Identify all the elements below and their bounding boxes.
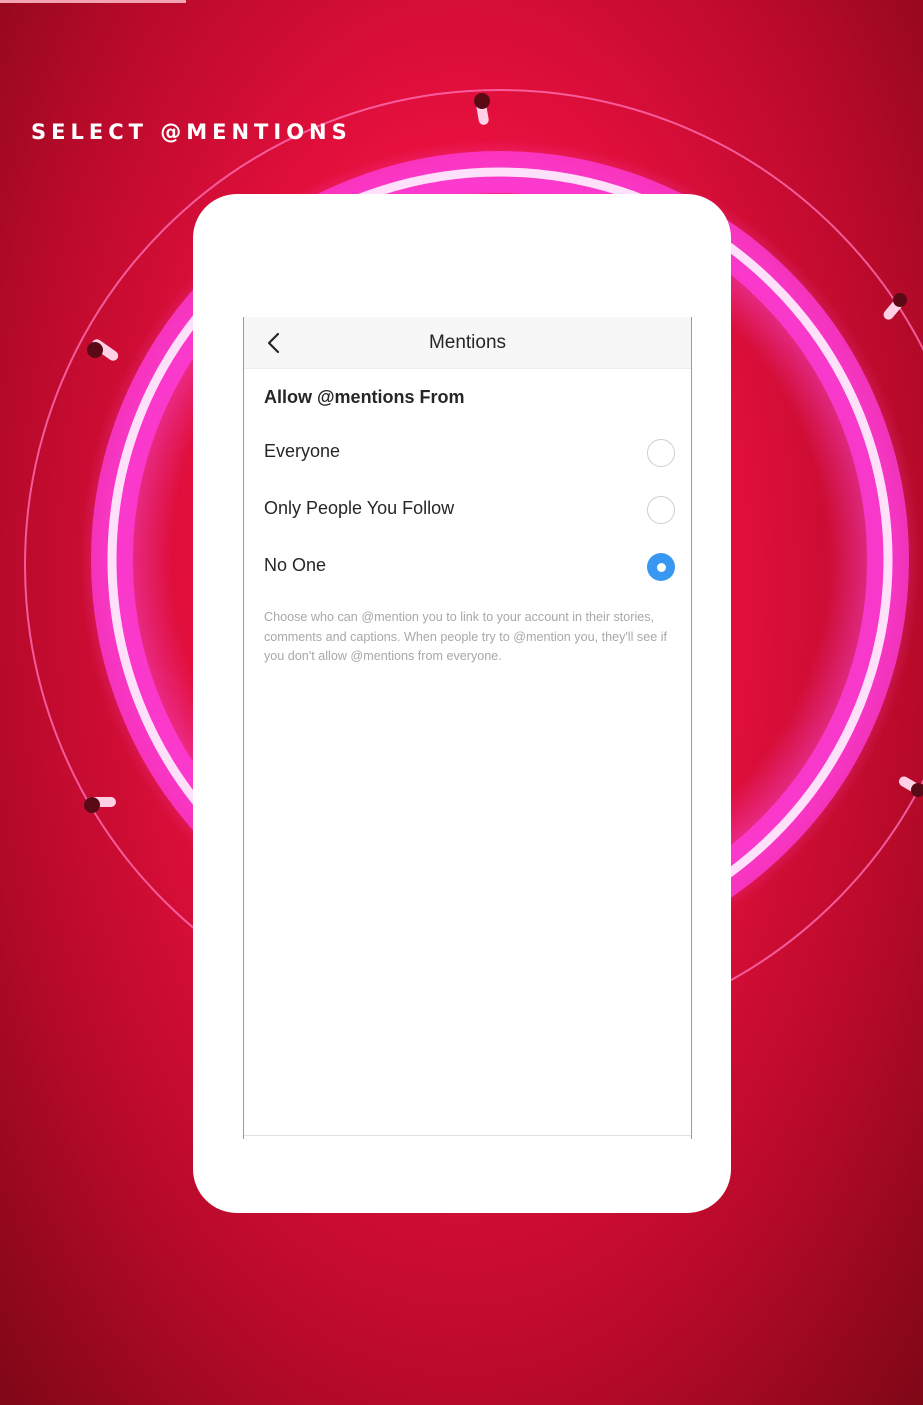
bottom-divider [244,1135,691,1136]
page-title: Mentions [428,332,507,353]
option-only-people-you-follow[interactable]: Only People You Follow [244,484,691,536]
option-label: Only People You Follow [264,498,455,518]
option-everyone[interactable]: Everyone [244,427,691,479]
option-label: Everyone [264,441,341,461]
radio-unselected-icon[interactable] [647,496,675,524]
mentions-settings-screen: Mentions Allow @mentions From Everyone O… [243,317,692,1139]
option-label: No One [264,555,327,575]
radio-unselected-icon[interactable] [647,439,675,467]
navigation-bar: Mentions [244,317,691,369]
radio-selected-icon[interactable] [647,553,675,581]
option-no-one[interactable]: No One [244,541,691,593]
top-accent-strip [0,0,186,3]
caption-heading: SELECT @MENTIONS [31,120,352,144]
section-header: Allow @mentions From [264,387,465,407]
phone-frame: Mentions Allow @mentions From Everyone O… [193,194,731,1213]
help-text: Choose who can @mention you to link to y… [264,610,667,663]
